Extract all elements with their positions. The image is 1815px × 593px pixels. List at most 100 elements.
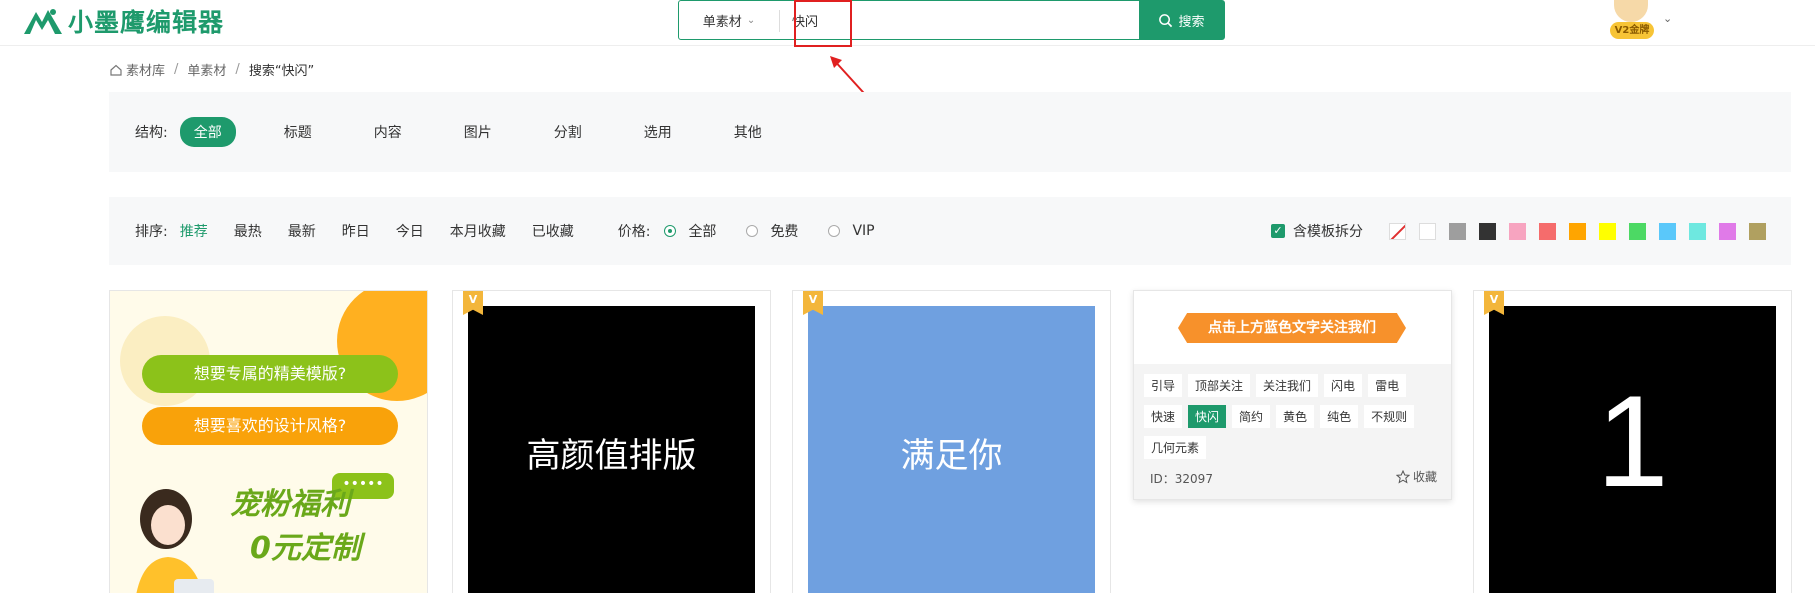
tag-item[interactable]: 几何元素 — [1144, 436, 1207, 459]
ribbon-banner: 点击上方蓝色文字关注我们 — [1178, 313, 1406, 343]
structure-label: 结构: — [135, 125, 168, 141]
tag-panel: 引导 顶部关注 关注我们 闪电 雷电 快速 快闪 简约 黄色 纯色 不规则 几何… — [1134, 364, 1451, 499]
price-radio-all-label: 全部 — [688, 224, 717, 240]
price-radio-free-label: 免费 — [770, 224, 799, 240]
template-card[interactable]: V 高颜值排版 — [452, 290, 771, 593]
price-radio-all[interactable]: 全部 — [664, 221, 716, 241]
promo-pill-template: 想要专属的精美模版? — [142, 355, 398, 393]
avatar-head — [1614, 0, 1648, 22]
color-swatch[interactable] — [1629, 222, 1646, 240]
sort-option-month-favorites[interactable]: 本月收藏 — [450, 221, 506, 241]
radio-dot — [664, 225, 677, 237]
search-icon — [1159, 13, 1173, 27]
structure-filter-row: 结构: 全部 标题 内容 图片 分割 选用 其他 — [135, 92, 810, 172]
search-button[interactable]: 搜索 — [1139, 1, 1224, 39]
breadcrumb-separator: / — [235, 62, 240, 77]
template-preview-text: 满足你 — [900, 435, 1003, 476]
template-preview: 点击上方蓝色文字关注我们 — [1134, 291, 1451, 364]
vip-level-badge: V2金牌 — [1610, 22, 1654, 39]
tag-item[interactable]: 雷电 — [1368, 374, 1407, 397]
chevron-down-icon[interactable]: ⌄ — [1663, 12, 1672, 25]
structure-option-other[interactable]: 其他 — [720, 117, 776, 147]
sort-option-recommended[interactable]: 推荐 — [180, 221, 208, 241]
color-tools: ✓ 含模板拆分 — [1271, 197, 1779, 265]
color-swatch-none[interactable] — [1389, 222, 1406, 240]
template-card-hovered[interactable]: 点击上方蓝色文字关注我们 引导 顶部关注 关注我们 闪电 雷电 快速 快闪 简约… — [1133, 290, 1452, 500]
structure-option-divider[interactable]: 分割 — [540, 117, 596, 147]
search-bar: 单素材 ⌄ 搜索 — [678, 0, 1225, 40]
template-preview-text: 高颜值排版 — [526, 435, 697, 476]
sort-option-hottest[interactable]: 最热 — [234, 221, 262, 241]
template-preview: 1 — [1489, 306, 1776, 593]
sort-option-yesterday[interactable]: 昨日 — [342, 221, 370, 241]
color-swatch[interactable] — [1479, 222, 1496, 240]
color-swatch[interactable] — [1689, 222, 1706, 240]
breadcrumb-item-library[interactable]: 素材库 — [126, 60, 165, 79]
structure-filter-panel: 结构: 全部 标题 内容 图片 分割 选用 其他 — [109, 92, 1791, 172]
sort-filter-panel: 排序: 推荐 最热 最新 昨日 今日 本月收藏 已收藏 价格: 全部 免费 VI… — [109, 197, 1791, 265]
sort-label: 排序: — [135, 224, 168, 240]
tag-item[interactable]: 快速 — [1144, 405, 1183, 428]
color-swatch[interactable] — [1419, 222, 1436, 240]
color-swatch[interactable] — [1749, 222, 1766, 240]
tag-list: 引导 顶部关注 关注我们 闪电 雷电 快速 快闪 简约 黄色 纯色 不规则 几何… — [1144, 374, 1441, 467]
template-preview-number: 1 — [1596, 368, 1669, 514]
radio-dot — [828, 225, 841, 237]
color-swatch[interactable] — [1539, 222, 1556, 240]
favorite-label: 收藏 — [1412, 470, 1437, 484]
promo-pill-style: 想要喜欢的设计风格? — [142, 407, 398, 445]
home-icon — [110, 64, 122, 76]
template-preview: 高颜值排版 — [468, 306, 755, 593]
logo-text: 小墨鹰编辑器 — [68, 8, 225, 37]
tag-item[interactable]: 顶部关注 — [1188, 374, 1251, 397]
star-icon — [1395, 469, 1410, 484]
tag-item[interactable]: 闪电 — [1324, 374, 1363, 397]
tag-item[interactable]: 不规则 — [1364, 405, 1415, 428]
color-swatch[interactable] — [1659, 222, 1676, 240]
template-split-label: 含模板拆分 — [1293, 224, 1363, 240]
sort-option-favorited[interactable]: 已收藏 — [532, 221, 574, 241]
promo-card[interactable]: 想要专属的精美模版? 想要喜欢的设计风格? ••••• 宠粉福利 0元定制 — [109, 290, 428, 593]
structure-option-title[interactable]: 标题 — [270, 117, 326, 147]
favorite-button[interactable]: 收藏 — [1395, 468, 1437, 485]
search-category-select[interactable]: 单素材 ⌄ — [679, 1, 779, 39]
search-button-label: 搜索 — [1178, 14, 1205, 30]
tag-item[interactable]: 纯色 — [1320, 405, 1359, 428]
structure-option-image[interactable]: 图片 — [450, 117, 506, 147]
color-swatch[interactable] — [1719, 222, 1736, 240]
template-preview: 满足你 — [808, 306, 1095, 593]
tag-item[interactable]: 引导 — [1144, 374, 1183, 397]
search-input[interactable] — [780, 1, 1139, 39]
tag-item[interactable]: 黄色 — [1276, 405, 1315, 428]
template-id: ID：32097 — [1150, 472, 1213, 486]
breadcrumb-item-single[interactable]: 单素材 — [187, 60, 226, 79]
header: 小墨鹰编辑器 单素材 ⌄ 搜索 V2金牌 ⌄ — [0, 0, 1815, 46]
sort-option-newest[interactable]: 最新 — [288, 221, 316, 241]
color-swatch[interactable] — [1569, 222, 1586, 240]
price-radio-vip-label: VIP — [852, 223, 875, 239]
tag-item[interactable]: 简约 — [1232, 405, 1271, 428]
template-card[interactable]: V 1 — [1473, 290, 1792, 593]
color-swatch[interactable] — [1449, 222, 1466, 240]
promo-headline-benefit: 宠粉福利 — [230, 487, 350, 522]
eagle-logo-icon — [24, 9, 62, 34]
structure-option-choice[interactable]: 选用 — [630, 117, 686, 147]
structure-option-content[interactable]: 内容 — [360, 117, 416, 147]
avatar[interactable]: V2金牌 — [1610, 0, 1656, 42]
search-category-label: 单素材 — [702, 14, 742, 30]
tag-item[interactable]: 关注我们 — [1256, 374, 1319, 397]
tag-item-active[interactable]: 快闪 — [1188, 405, 1227, 428]
price-radio-vip[interactable]: VIP — [828, 223, 875, 239]
template-split-checkbox[interactable]: ✓ — [1271, 224, 1285, 238]
breadcrumb-current: 搜索“快闪” — [248, 64, 315, 79]
sort-option-today[interactable]: 今日 — [396, 221, 424, 241]
structure-option-all[interactable]: 全部 — [179, 117, 236, 147]
logo[interactable]: 小墨鹰编辑器 — [22, 5, 224, 37]
color-swatch[interactable] — [1509, 222, 1526, 240]
color-swatch[interactable] — [1599, 222, 1616, 240]
template-card[interactable]: V 满足你 — [792, 290, 1111, 593]
promo-headline-free: 0元定制 — [250, 531, 361, 566]
chevron-down-icon: ⌄ — [746, 14, 756, 26]
sort-filter-row: 排序: 推荐 最热 最新 昨日 今日 本月收藏 已收藏 价格: 全部 免费 VI… — [135, 197, 905, 265]
price-radio-free[interactable]: 免费 — [746, 221, 798, 241]
